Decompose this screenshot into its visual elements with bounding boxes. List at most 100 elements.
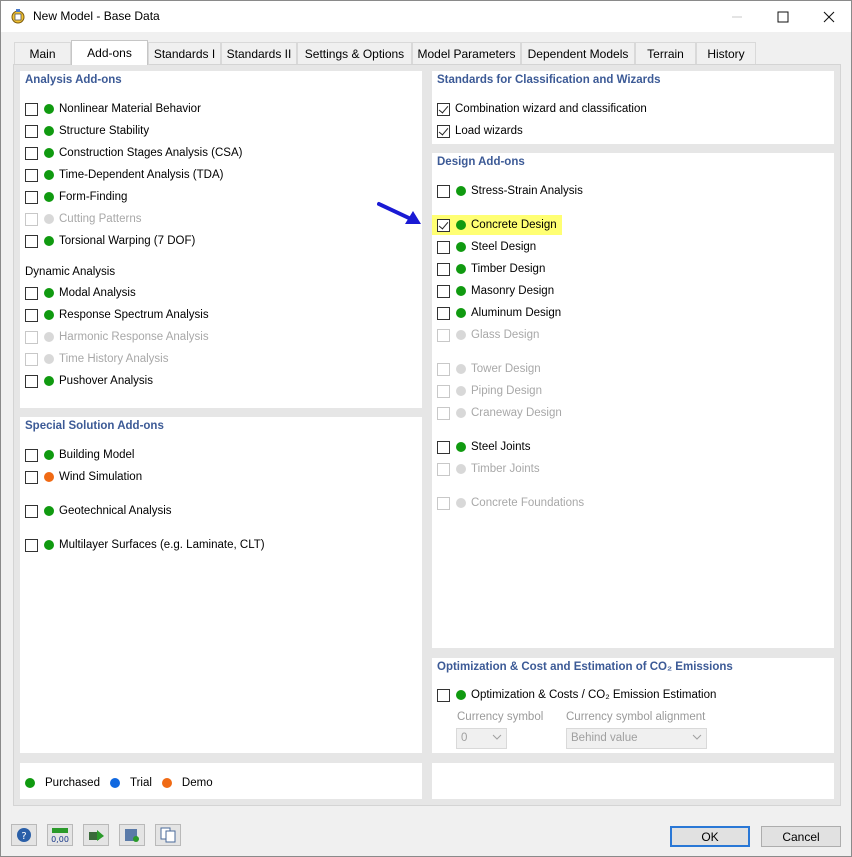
addon-pushover-analysis[interactable]: Pushover Analysis <box>25 373 153 389</box>
tab-settings-options[interactable]: Settings & Options <box>297 42 412 64</box>
design-addons-panel: Design Add-ons Stress-Strain Analysis Co… <box>432 153 834 648</box>
standards-wizards-title: Standards for Classification and Wizards <box>437 74 661 86</box>
maximize-button[interactable] <box>760 1 806 32</box>
addon-piping-design: Piping Design <box>437 383 542 399</box>
design-addons-title: Design Add-ons <box>437 156 525 168</box>
tab-add-ons[interactable]: Add-ons <box>71 40 148 65</box>
legend: Purchased Trial Demo <box>25 777 223 789</box>
checkbox <box>437 362 450 376</box>
status-dot-icon <box>44 310 54 320</box>
dialog-window: New Model - Base Data Main Add-ons Stand… <box>0 0 852 857</box>
tab-history[interactable]: History <box>696 42 756 64</box>
status-dot-icon <box>44 332 54 342</box>
addon-cutting-patterns: Cutting Patterns <box>25 211 141 227</box>
optimization-title: Optimization & Cost and Estimation of CO… <box>437 661 733 673</box>
option-load-wizards[interactable]: Load wizards <box>437 123 523 139</box>
tab-terrain[interactable]: Terrain <box>635 42 696 64</box>
status-dot-icon <box>456 690 466 700</box>
tab-standards-ii[interactable]: Standards II <box>221 42 297 64</box>
checkbox[interactable] <box>437 102 450 116</box>
addon-response-spectrum-analysis[interactable]: Response Spectrum Analysis <box>25 307 209 323</box>
status-dot-icon <box>44 506 54 516</box>
status-dot-icon <box>44 148 54 158</box>
copy-button[interactable] <box>155 824 181 846</box>
checkbox[interactable] <box>25 234 38 248</box>
addon-steel-joints[interactable]: Steel Joints <box>437 439 530 455</box>
addon-geotechnical-analysis[interactable]: Geotechnical Analysis <box>25 503 172 519</box>
checkbox[interactable] <box>25 470 38 484</box>
status-dot-icon <box>44 450 54 460</box>
addon-glass-design: Glass Design <box>437 327 539 343</box>
tab-model-parameters[interactable]: Model Parameters <box>412 42 521 64</box>
checkbox[interactable] <box>437 306 450 320</box>
checkbox <box>437 462 450 476</box>
addon-nonlinear-material-behavior[interactable]: Nonlinear Material Behavior <box>25 101 201 117</box>
help-button[interactable]: ? <box>11 824 37 846</box>
checkbox[interactable] <box>25 168 38 182</box>
addon-steel-design[interactable]: Steel Design <box>437 239 536 255</box>
addon-structure-stability[interactable]: Structure Stability <box>25 123 149 139</box>
checkbox[interactable] <box>25 102 38 116</box>
window-title: New Model - Base Data <box>33 9 160 23</box>
addon-harmonic-response-analysis: Harmonic Response Analysis <box>25 329 209 345</box>
minimize-button[interactable] <box>714 1 760 32</box>
maximize-icon <box>777 11 789 22</box>
close-button[interactable] <box>806 1 852 32</box>
units-button[interactable]: 0,00 <box>47 824 73 846</box>
status-dot-icon <box>456 286 466 296</box>
tab-dependent-models[interactable]: Dependent Models <box>521 42 635 64</box>
addon-wind-simulation[interactable]: Wind Simulation <box>25 469 142 485</box>
checkbox[interactable] <box>25 504 38 518</box>
addon-stress-strain-analysis[interactable]: Stress-Strain Analysis <box>437 183 583 199</box>
checkbox[interactable] <box>25 124 38 138</box>
status-dot-icon <box>456 242 466 252</box>
checkbox <box>437 384 450 398</box>
addon-form-finding[interactable]: Form-Finding <box>25 189 127 205</box>
checkbox[interactable] <box>437 440 450 454</box>
status-dot-icon <box>456 408 466 418</box>
status-dot-icon <box>44 170 54 180</box>
settings-button[interactable] <box>119 824 145 846</box>
checkbox[interactable] <box>25 374 38 388</box>
status-dot-icon <box>44 472 54 482</box>
option-combination-wizard[interactable]: Combination wizard and classification <box>437 101 647 117</box>
addon-aluminum-design[interactable]: Aluminum Design <box>437 305 561 321</box>
addon-modal-analysis[interactable]: Modal Analysis <box>25 285 136 301</box>
checkbox[interactable] <box>25 448 38 462</box>
addon-building-model[interactable]: Building Model <box>25 447 134 463</box>
chevron-down-icon <box>492 734 502 740</box>
checkbox[interactable] <box>437 688 450 702</box>
checkbox[interactable] <box>437 184 450 198</box>
checkbox[interactable] <box>437 284 450 298</box>
currency-alignment-label: Currency symbol alignment <box>566 711 706 723</box>
checkbox[interactable] <box>437 262 450 276</box>
checkbox[interactable] <box>25 538 38 552</box>
checkbox[interactable] <box>437 124 450 138</box>
checkbox[interactable] <box>25 146 38 160</box>
addon-timber-joints: Timber Joints <box>437 461 540 477</box>
addon-construction-stages-analysis[interactable]: Construction Stages Analysis (CSA) <box>25 145 242 161</box>
checkbox[interactable] <box>437 240 450 254</box>
addon-masonry-design[interactable]: Masonry Design <box>437 283 554 299</box>
checkbox[interactable] <box>25 286 38 300</box>
addon-torsional-warping[interactable]: Torsional Warping (7 DOF) <box>25 233 195 249</box>
tab-main[interactable]: Main <box>14 42 71 64</box>
checkbox <box>25 330 38 344</box>
addon-optimization-costs[interactable]: Optimization & Costs / CO₂ Emission Esti… <box>437 687 716 703</box>
addon-concrete-design[interactable]: Concrete Design <box>432 215 562 235</box>
ok-button[interactable]: OK <box>670 826 750 847</box>
checkbox[interactable] <box>25 308 38 322</box>
checkbox[interactable] <box>437 218 450 232</box>
currency-symbol-select: 0 <box>456 728 507 749</box>
status-dot-icon <box>456 442 466 452</box>
cancel-button[interactable]: Cancel <box>761 826 841 847</box>
tab-standards-i[interactable]: Standards I <box>148 42 221 64</box>
addon-time-dependent-analysis[interactable]: Time-Dependent Analysis (TDA) <box>25 167 223 183</box>
checkbox <box>437 328 450 342</box>
transfer-button[interactable] <box>83 824 109 846</box>
addon-multilayer-surfaces[interactable]: Multilayer Surfaces (e.g. Laminate, CLT) <box>25 537 265 553</box>
status-dot-icon <box>456 186 466 196</box>
help-icon: ? <box>17 828 31 842</box>
checkbox[interactable] <box>25 190 38 204</box>
addon-timber-design[interactable]: Timber Design <box>437 261 545 277</box>
